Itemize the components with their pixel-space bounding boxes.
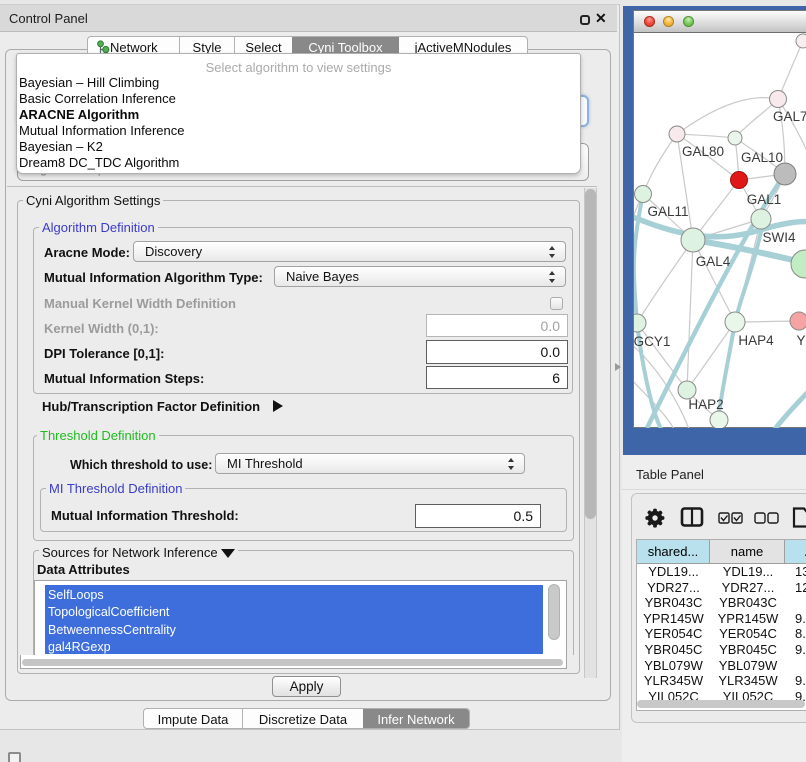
- svg-text:GAL10: GAL10: [741, 150, 783, 165]
- svg-text:GAL80: GAL80: [682, 144, 724, 159]
- svg-text:GAL4: GAL4: [696, 254, 731, 269]
- svg-text:HAP2: HAP2: [688, 397, 723, 412]
- svg-text:HAP4: HAP4: [738, 333, 774, 348]
- svg-text:GCY1: GCY1: [634, 334, 670, 349]
- svg-text:GAL11: GAL11: [647, 204, 688, 219]
- svg-text:Y: Y: [796, 333, 805, 348]
- svg-text:GAL7: GAL7: [773, 109, 806, 124]
- svg-text:SWI4: SWI4: [762, 230, 795, 245]
- svg-text:GAL1: GAL1: [747, 192, 782, 207]
